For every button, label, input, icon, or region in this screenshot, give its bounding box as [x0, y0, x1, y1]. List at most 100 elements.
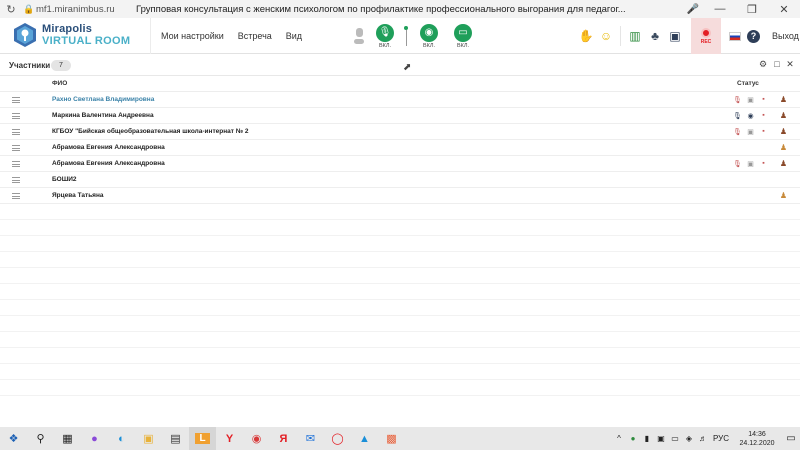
participant-row[interactable]: Ярцева Татьяна ♟ — [0, 188, 800, 204]
chat-status-icon[interactable]: ▪ — [759, 160, 768, 167]
system-tray: ^ ● ▮ ▣ ▭ ◈ ♬ РУС 14:36 24.12.2020 ▭ — [612, 427, 800, 450]
network-icon[interactable]: ♣ — [645, 29, 665, 43]
browser-address-bar: ↻ 🔒 mf1.miranimbus.ru Групповая консульт… — [0, 0, 800, 18]
user-role-icon: ♟ — [779, 127, 788, 136]
mic-status-icon[interactable]: 🎙 — [733, 96, 742, 104]
help-icon[interactable]: ? — [747, 29, 760, 43]
volume-level-slider[interactable] — [404, 26, 408, 46]
screen-share-button[interactable]: ▭ ВКЛ. — [448, 23, 478, 49]
opera-icon[interactable]: ◯ — [324, 427, 351, 450]
logout-button[interactable]: Выход — [772, 31, 799, 41]
column-header-status[interactable]: Статус — [737, 80, 759, 87]
usb-icon[interactable]: ▮ — [640, 434, 654, 443]
close-panel-icon[interactable]: ✕ — [784, 59, 796, 70]
lock-icon[interactable]: 🔒 — [22, 4, 36, 15]
photos-app-icon[interactable]: ◉ — [243, 427, 270, 450]
url-text[interactable]: mf1.miranimbus.ru — [36, 4, 136, 15]
yandex-icon[interactable]: Я — [270, 427, 297, 450]
edge-browser-icon[interactable]: ◐ — [108, 427, 135, 450]
participant-row[interactable]: Абрамова Евгения Александровна 🎙 ▣ ▪ ♟ — [0, 156, 800, 172]
menu-my-settings[interactable]: Мои настройки — [161, 31, 224, 41]
menu-view[interactable]: Вид — [286, 31, 302, 41]
microphone-icon: 🎙 — [376, 23, 394, 42]
presentation-icon[interactable]: ▩ — [378, 427, 405, 450]
drag-handle-icon[interactable] — [12, 177, 20, 183]
reload-icon[interactable]: ↻ — [0, 3, 22, 16]
yandex-browser-icon[interactable]: Y — [216, 427, 243, 450]
camera-status-icon[interactable]: ▣ — [746, 160, 755, 168]
mail-icon[interactable]: ✉ — [297, 427, 324, 450]
drag-handle-icon[interactable] — [12, 193, 20, 199]
windows-taskbar: ❖ ⚲ ▦ ● ◐ ▣ ▤ L Y ◉ Я ✉ ◯ ▲ ▩ ^ ● ▮ ▣ ▭ … — [0, 427, 800, 450]
settings-gear-icon[interactable]: ⚙ — [757, 59, 769, 70]
screen-icon[interactable]: ▣ — [654, 434, 668, 443]
participant-row[interactable]: КГБОУ "Бийская общеобразовательная школа… — [0, 124, 800, 140]
notifications-icon[interactable]: ▭ — [782, 433, 800, 444]
l-app-icon[interactable]: L — [189, 427, 216, 450]
drag-handle-icon[interactable] — [12, 97, 20, 103]
task-view-icon[interactable]: ▦ — [54, 427, 81, 450]
participants-panel-header: Участники 7 ⬈ ⚙ □ ✕ — [0, 56, 800, 76]
camera-status-icon[interactable]: ▣ — [746, 96, 755, 104]
microphone-button[interactable]: 🎙 ВКЛ. — [370, 23, 400, 49]
chart-icon[interactable]: ▥ — [625, 29, 645, 43]
camera-button[interactable]: ◉ ВКЛ. — [414, 23, 444, 49]
mic-mode-toggle[interactable] — [352, 28, 366, 44]
screen-share-caption: ВКЛ. — [456, 42, 469, 49]
record-icon — [701, 27, 711, 38]
drag-handle-icon[interactable] — [12, 145, 20, 151]
participant-row[interactable]: Рахно Светлана Владимировна 🎙 ▣ ▪ ♟ — [0, 92, 800, 108]
wifi-icon[interactable]: ◈ — [682, 434, 696, 443]
drag-handle-icon[interactable] — [12, 113, 20, 119]
participant-name: Маркина Валентина Андреевна — [52, 112, 154, 119]
chat-status-icon[interactable]: ▪ — [759, 112, 768, 119]
empty-row — [0, 204, 800, 220]
empty-row — [0, 364, 800, 380]
clock-time: 14:36 — [748, 430, 766, 438]
close-icon[interactable]: ✕ — [768, 3, 800, 16]
record-button[interactable]: REC — [691, 18, 721, 54]
tray-app-icon[interactable]: ● — [626, 434, 640, 443]
empty-row — [0, 348, 800, 364]
chevron-up-icon[interactable]: ^ — [612, 434, 626, 443]
mic-status-icon[interactable]: 🎙 — [733, 128, 742, 136]
column-header-name[interactable]: ФИО — [52, 80, 67, 87]
camera-status-icon[interactable]: ◉ — [746, 112, 755, 120]
monitor-icon: ▭ — [454, 23, 472, 42]
restore-icon[interactable]: ❐ — [736, 3, 768, 16]
emoji-icon[interactable]: ☺ — [596, 29, 616, 43]
record-caption: REC — [700, 38, 712, 45]
battery-icon[interactable]: ▭ — [668, 434, 682, 443]
panel-title: Участники — [9, 61, 51, 70]
alice-assistant-icon[interactable]: ● — [81, 427, 108, 450]
drag-handle-icon[interactable] — [12, 129, 20, 135]
participant-row[interactable]: Маркина Валентина Андреевна 🎙 ◉ ▪ ♟ — [0, 108, 800, 124]
drag-handle-icon[interactable] — [12, 161, 20, 167]
chat-status-icon[interactable]: ▪ — [759, 96, 768, 103]
mouse-cursor-icon: ⬈ — [403, 62, 412, 73]
mic-status-icon[interactable]: 🎙 — [733, 112, 742, 120]
store-icon[interactable]: ▤ — [162, 427, 189, 450]
empty-row — [0, 300, 800, 316]
maximize-panel-icon[interactable]: □ — [771, 59, 783, 69]
participant-row[interactable]: БОШИ2 — [0, 172, 800, 188]
search-icon[interactable]: ⚲ — [27, 427, 54, 450]
chat-status-icon[interactable]: ▪ — [759, 128, 768, 135]
file-explorer-icon[interactable]: ▣ — [135, 427, 162, 450]
participants-table-header: ФИО Статус — [0, 76, 800, 92]
mic-status-icon[interactable]: 🎙 — [733, 160, 742, 168]
minimize-icon[interactable]: — — [704, 3, 736, 15]
russian-flag-icon[interactable] — [729, 31, 741, 41]
volume-icon[interactable]: ♬ — [696, 434, 710, 443]
participant-name: КГБОУ "Бийская общеобразовательная школа… — [52, 128, 249, 135]
voice-search-icon[interactable]: 🎤 — [682, 4, 704, 15]
raise-hand-icon[interactable]: ✋ — [576, 29, 596, 43]
folder-icon[interactable]: ▣ — [665, 29, 685, 43]
menu-meeting[interactable]: Встреча — [238, 31, 272, 41]
language-indicator[interactable]: РУС — [710, 434, 732, 443]
participant-row[interactable]: Абрамова Евгения Александровна ♟ — [0, 140, 800, 156]
windows-start-icon[interactable]: ❖ — [0, 427, 27, 450]
clock[interactable]: 14:36 24.12.2020 — [732, 430, 782, 448]
camera-status-icon[interactable]: ▣ — [746, 128, 755, 136]
gallery-icon[interactable]: ▲ — [351, 427, 378, 450]
